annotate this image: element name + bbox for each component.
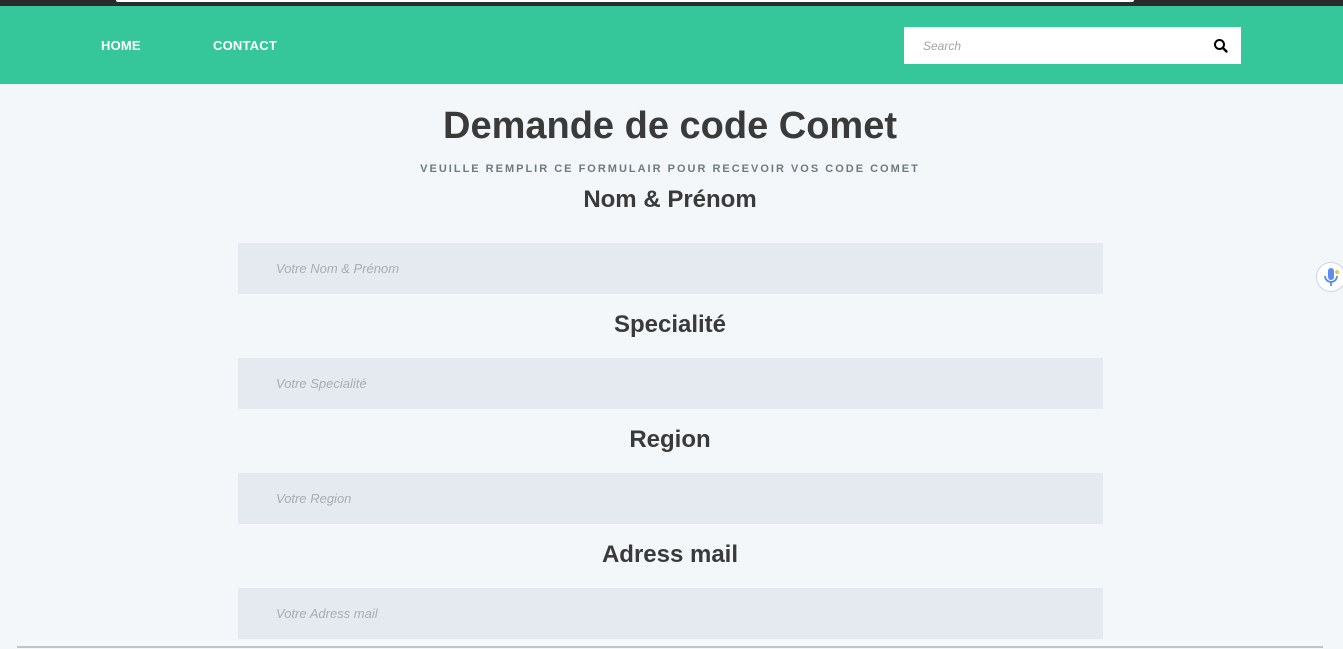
- page-title: Demande de code Comet: [443, 105, 897, 147]
- nav-contact-link[interactable]: CONTACT: [213, 38, 277, 53]
- voice-input-button[interactable]: [1316, 262, 1343, 292]
- name-field-label: Nom & Prénom: [583, 186, 757, 213]
- page-subtitle: VEUILLE REMPLIR CE FORMULAIR POUR RECEVO…: [420, 163, 920, 175]
- name-input[interactable]: [238, 243, 1103, 294]
- email-field-label: Adress mail: [601, 541, 739, 568]
- bottom-divider: [17, 646, 1323, 648]
- top-strip-bar: [116, 0, 1134, 2]
- search-box: [904, 27, 1241, 64]
- navbar: HOME CONTACT: [0, 6, 1343, 84]
- email-input[interactable]: [238, 588, 1103, 639]
- speciality-input[interactable]: [238, 358, 1103, 409]
- search-icon[interactable]: [1213, 38, 1229, 54]
- nav-home-link[interactable]: HOME: [101, 38, 141, 53]
- region-input[interactable]: [238, 473, 1103, 524]
- search-input[interactable]: [904, 27, 1213, 64]
- speciality-field-label: Specialité: [613, 311, 727, 338]
- region-field-label: Region: [629, 426, 711, 453]
